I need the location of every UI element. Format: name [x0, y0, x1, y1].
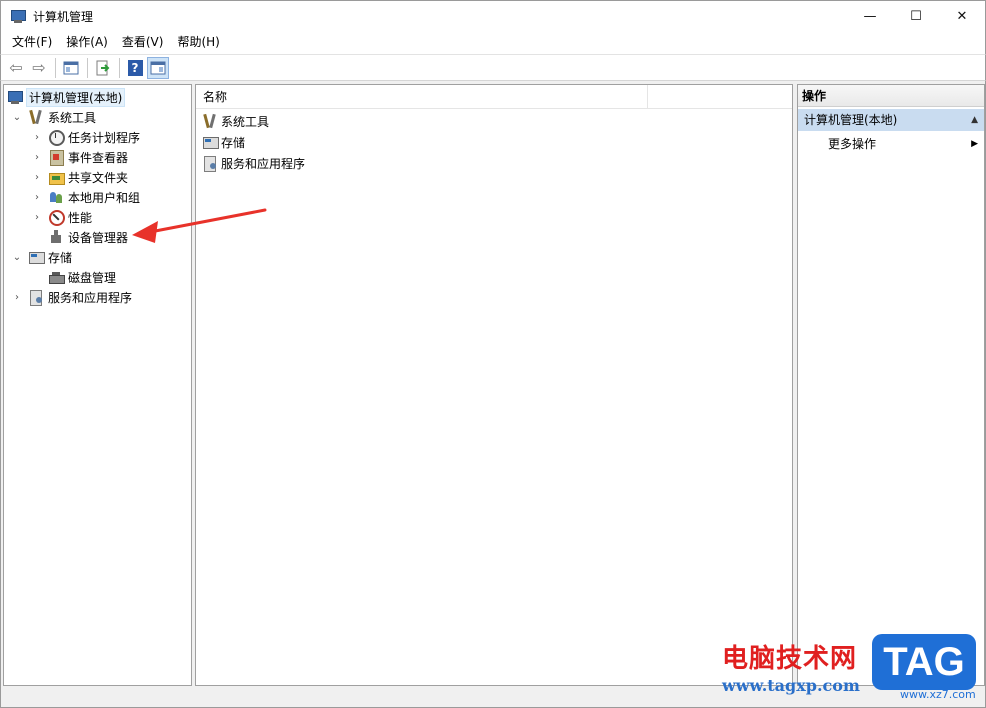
tree-item-label: 服务和应用程序 [48, 290, 133, 305]
expander-chevron-icon[interactable]: ⌄ [10, 110, 24, 124]
tree-item-label: 磁盘管理 [68, 270, 117, 285]
tree-item-label: 系统工具 [48, 110, 97, 125]
results-pane: 名称 系统工具 存储 服务和应用程序 [195, 84, 793, 686]
submenu-arrow-icon: ▶ [971, 139, 978, 149]
expander-chevron-icon[interactable]: › [30, 210, 44, 224]
toolbar-separator [55, 57, 56, 78]
tree-item-label: 共享文件夹 [68, 170, 129, 185]
help-button[interactable]: ? [124, 57, 146, 79]
tree-item-services-apps[interactable]: › 服务和应用程序 [10, 287, 132, 307]
tree-item-shared-folders[interactable]: › 共享文件夹 [30, 167, 128, 187]
tools-icon [202, 113, 218, 129]
menu-view[interactable]: 查看(V) [115, 31, 171, 54]
expander-placeholder [30, 230, 44, 244]
computer-management-icon [7, 89, 23, 105]
action-pane-icon [150, 61, 166, 74]
expander-chevron-icon[interactable]: › [30, 150, 44, 164]
list-item[interactable]: 服务和应用程序 [202, 153, 305, 173]
forward-button[interactable]: ⇨ [28, 57, 50, 79]
back-button[interactable]: ⇦ [5, 57, 27, 79]
tree-item-event-viewer[interactable]: › 事件查看器 [30, 147, 128, 167]
storage-icon [202, 134, 219, 150]
expander-chevron-icon[interactable]: ⌄ [10, 250, 24, 264]
toolbar: ⇦ ⇨ ? [0, 54, 986, 81]
more-actions-item[interactable]: 更多操作 ▶ [828, 133, 978, 155]
list-item[interactable]: 系统工具 [202, 111, 269, 131]
menu-help[interactable]: 帮助(H) [170, 31, 226, 54]
tree-item-label: 设备管理器 [68, 230, 129, 245]
computer-management-icon [10, 8, 26, 24]
tree-item-storage[interactable]: ⌄ 存储 [10, 247, 72, 267]
watermark-tag-logo: TAG [872, 634, 976, 690]
actions-section-label: 计算机管理(本地) [804, 113, 898, 127]
tree-item-system-tools[interactable]: ⌄ 系统工具 [10, 107, 96, 127]
tree-item-label: 性能 [68, 210, 93, 225]
list-item-label: 服务和应用程序 [221, 156, 306, 171]
close-button[interactable]: ✕ [939, 1, 985, 31]
expander-chevron-icon[interactable]: › [30, 130, 44, 144]
users-icon [48, 189, 64, 205]
menu-bar: 文件(F) 操作(A) 查看(V) 帮助(H) [0, 31, 986, 54]
tree-item-device-manager[interactable]: 设备管理器 [30, 227, 128, 247]
tree-root-label: 计算机管理(本地) [26, 87, 126, 107]
list-item-label: 存储 [221, 135, 246, 150]
tools-icon [28, 109, 44, 125]
maximize-button[interactable]: ☐ [893, 1, 939, 31]
export-list-button[interactable] [92, 57, 114, 79]
tree-item-label: 本地用户和组 [68, 190, 141, 205]
console-tree-pane: 计算机管理(本地) ⌄ 系统工具 › 任务计划程序 › 事件查看器 › 共享文件… [3, 84, 192, 686]
list-item-label: 系统工具 [221, 114, 270, 129]
expander-placeholder [30, 270, 44, 284]
list-header: 名称 [196, 85, 792, 109]
tree-item-task-scheduler[interactable]: › 任务计划程序 [30, 127, 140, 147]
actions-pane: 操作 计算机管理(本地) ▲ 更多操作 ▶ [797, 84, 985, 686]
more-actions-label: 更多操作 [828, 137, 877, 151]
watermark-url: www.tagxp.com [722, 676, 860, 695]
menu-action[interactable]: 操作(A) [59, 31, 115, 54]
workspace: 计算机管理(本地) ⌄ 系统工具 › 任务计划程序 › 事件查看器 › 共享文件… [0, 81, 986, 708]
tree-item-label: 任务计划程序 [68, 130, 141, 145]
expander-chevron-icon[interactable]: › [30, 190, 44, 204]
forward-arrow-icon: ⇨ [32, 58, 46, 77]
watermark-site-name: 电脑技术网 [722, 644, 858, 674]
tree-item-label: 事件查看器 [68, 150, 129, 165]
expander-chevron-icon[interactable]: › [30, 170, 44, 184]
performance-icon [48, 209, 65, 226]
window-title: 计算机管理 [33, 9, 94, 24]
menu-file[interactable]: 文件(F) [5, 31, 59, 54]
storage-icon [28, 249, 45, 265]
console-tree-icon [63, 61, 79, 74]
title-bar: 计算机管理 — ☐ ✕ [0, 0, 986, 31]
export-list-icon [96, 60, 110, 75]
toolbar-separator [119, 57, 120, 78]
tree-item-disk-management[interactable]: 磁盘管理 [30, 267, 116, 287]
show-hide-action-pane-button[interactable] [147, 56, 169, 79]
actions-section-computer-management[interactable]: 计算机管理(本地) ▲ [798, 109, 984, 131]
help-icon: ? [127, 59, 143, 76]
clock-icon [48, 129, 65, 146]
back-arrow-icon: ⇦ [9, 58, 23, 77]
watermark-sub-url: www.xz7.com [900, 688, 976, 701]
disk-icon [48, 269, 65, 285]
minimize-button[interactable]: — [847, 1, 893, 31]
event-viewer-icon [48, 149, 64, 166]
list-item[interactable]: 存储 [202, 132, 245, 152]
column-header-name[interactable]: 名称 [196, 85, 648, 109]
device-manager-icon [48, 229, 64, 245]
shared-folder-icon [48, 169, 65, 185]
expander-chevron-icon[interactable]: › [10, 290, 24, 304]
toolbar-separator [87, 57, 88, 78]
actions-header: 操作 [798, 85, 984, 107]
tree-item-label: 存储 [48, 250, 73, 265]
show-hide-console-tree-button[interactable] [60, 57, 82, 79]
services-icon [202, 155, 218, 172]
tree-item-local-users-groups[interactable]: › 本地用户和组 [30, 187, 140, 207]
collapse-triangle-icon[interactable]: ▲ [971, 109, 978, 131]
services-icon [28, 289, 44, 306]
tree-root[interactable]: 计算机管理(本地) [7, 87, 126, 107]
window-controls: — ☐ ✕ [847, 1, 985, 31]
tree-item-performance[interactable]: › 性能 [30, 207, 92, 227]
